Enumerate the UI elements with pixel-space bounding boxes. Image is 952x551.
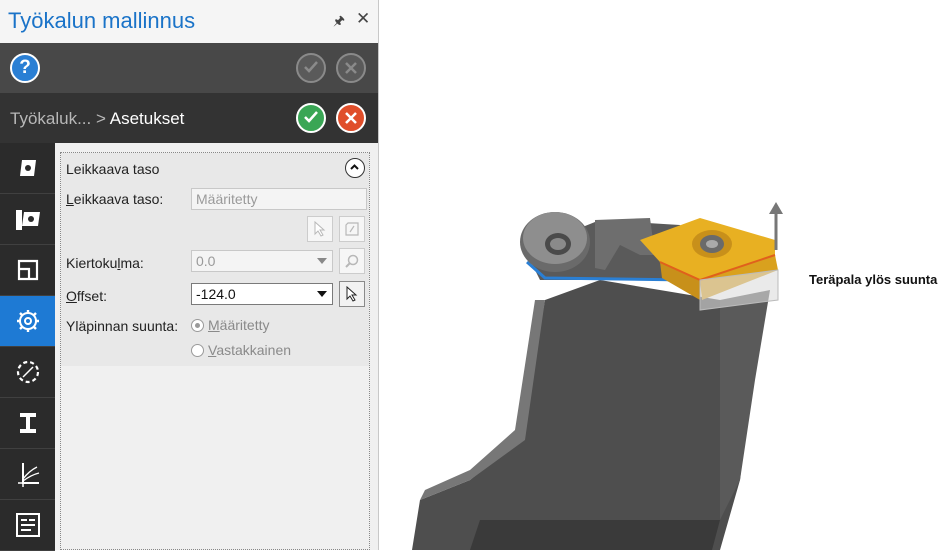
ok-button[interactable] bbox=[296, 103, 326, 133]
sidebar-item-axes[interactable] bbox=[0, 449, 55, 500]
holder-insert-icon bbox=[15, 210, 40, 230]
chevron-up-icon bbox=[350, 164, 359, 170]
search-icon bbox=[345, 254, 359, 268]
plane-edit-button[interactable] bbox=[339, 216, 365, 242]
dashed-circle-icon bbox=[16, 360, 39, 384]
3d-viewport[interactable]: Teräpala ylös suunta bbox=[379, 0, 952, 550]
radio-opposite[interactable]: Vastakkainen bbox=[191, 342, 291, 358]
check-icon bbox=[304, 61, 318, 73]
cutting-plane-label: Leikkaava taso: bbox=[66, 191, 164, 207]
breadcrumb-separator: > bbox=[96, 109, 106, 128]
sidebar-item-dashed-circle[interactable] bbox=[0, 347, 55, 398]
offset-value: -124.0 bbox=[196, 286, 236, 302]
rotation-search-button[interactable] bbox=[339, 248, 365, 274]
settings-content: Leikkaava taso Leikkaava taso: Määritett… bbox=[60, 152, 370, 550]
help-button[interactable]: ? bbox=[10, 53, 40, 83]
sidebar-item-holder-insert[interactable] bbox=[0, 194, 55, 245]
profile-icon bbox=[17, 259, 38, 281]
plane-edit-icon bbox=[345, 222, 359, 236]
collapse-button[interactable] bbox=[345, 158, 365, 178]
ok-button-disabled[interactable] bbox=[296, 53, 326, 83]
section-title: Leikkaava taso bbox=[66, 161, 160, 177]
rotation-value: 0.0 bbox=[196, 253, 216, 269]
chevron-down-icon bbox=[317, 291, 327, 297]
cutting-plane-section: Leikkaava taso Leikkaava taso: Määritett… bbox=[61, 153, 369, 366]
offset-dropdown[interactable]: -124.0 bbox=[191, 283, 333, 305]
top-direction-label: Yläpinnan suunta: bbox=[66, 318, 179, 334]
sidebar-item-profile[interactable] bbox=[0, 245, 55, 296]
close-icon[interactable]: ✕ bbox=[356, 9, 370, 29]
offset-label: Offset: bbox=[66, 288, 107, 304]
axes-icon bbox=[17, 463, 39, 487]
breadcrumb-parent[interactable]: Työkaluk... bbox=[10, 109, 91, 128]
panel-title-bar: Työkalun mallinnus 🖈 ✕ bbox=[0, 0, 378, 43]
sidebar-item-holder-part[interactable] bbox=[0, 398, 55, 449]
radio-dot bbox=[191, 344, 204, 357]
panel-title: Työkalun mallinnus bbox=[8, 8, 196, 33]
action-bar: ? bbox=[0, 43, 378, 93]
select-cursor-button[interactable] bbox=[307, 216, 333, 242]
table-icon bbox=[15, 513, 40, 537]
breadcrumb-bar: Työkaluk... > Asetukset bbox=[0, 93, 378, 143]
insert-direction-annotation: Teräpala ylös suunta bbox=[809, 272, 938, 287]
rotation-label: Kiertokulma: bbox=[66, 255, 144, 271]
radio-dot-selected bbox=[191, 319, 204, 332]
sidebar-item-table[interactable] bbox=[0, 500, 55, 551]
offset-select-button[interactable] bbox=[339, 281, 365, 307]
sidebar-item-settings[interactable] bbox=[0, 296, 55, 347]
breadcrumb-current: Asetukset bbox=[109, 109, 185, 128]
sidebar-item-insert[interactable] bbox=[0, 143, 55, 194]
x-icon bbox=[345, 62, 357, 74]
sidebar bbox=[0, 143, 55, 551]
cursor-icon bbox=[346, 286, 358, 302]
holder-part-icon bbox=[19, 413, 36, 433]
cursor-icon bbox=[314, 221, 326, 237]
radio-defined[interactable]: Määritetty bbox=[191, 317, 269, 333]
insert-icon bbox=[19, 160, 36, 176]
settings-gear-icon bbox=[16, 310, 39, 332]
cutting-plane-field[interactable]: Määritetty bbox=[191, 188, 367, 210]
pin-icon[interactable]: 🖈 bbox=[333, 12, 345, 34]
cancel-button-disabled[interactable] bbox=[336, 53, 366, 83]
check-icon bbox=[304, 111, 318, 123]
rotation-dropdown[interactable]: 0.0 bbox=[191, 250, 333, 272]
tool-modeling-panel: Työkalun mallinnus 🖈 ✕ ? Työkaluk... > A… bbox=[0, 0, 379, 551]
x-icon bbox=[345, 112, 357, 124]
breadcrumb: Työkaluk... > Asetukset bbox=[10, 109, 184, 129]
cancel-button[interactable] bbox=[336, 103, 366, 133]
chevron-down-icon bbox=[317, 258, 327, 264]
